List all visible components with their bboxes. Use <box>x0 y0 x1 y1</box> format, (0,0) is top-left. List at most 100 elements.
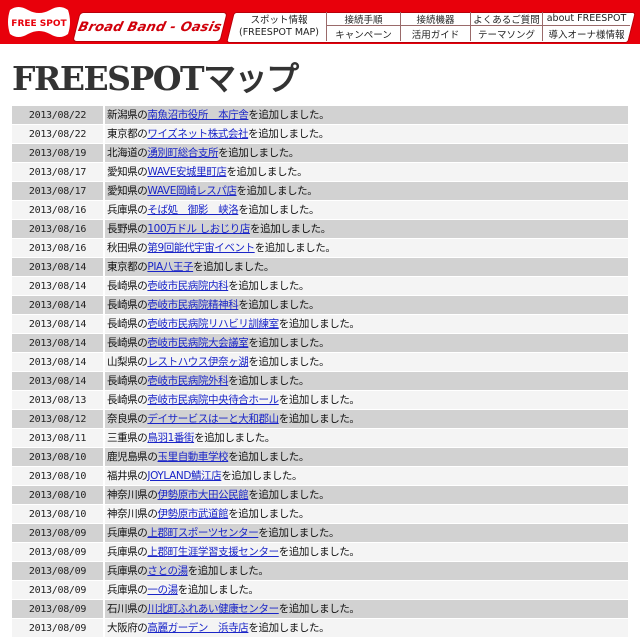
entry-date: 2013/08/10 <box>12 448 103 466</box>
entry-date: 2013/08/22 <box>12 125 103 143</box>
brand-banner[interactable]: Broad Band - Oasis <box>72 12 228 42</box>
list-item: 2013/08/14 山梨県のレストハウス伊奈ヶ湖を追加しました。 <box>12 352 628 371</box>
spot-link[interactable]: 高麗ガーデン 浜寺店 <box>147 622 248 634</box>
entry-suffix: を追加しました。 <box>228 375 310 387</box>
spot-link[interactable]: 湧別町総合支所 <box>147 147 218 159</box>
spot-link[interactable]: 上郡町スポーツセンター <box>147 527 258 539</box>
page-title: FREESPOTマップ <box>12 59 299 98</box>
list-item: 2013/08/09 石川県の川北町ふれあい健康センターを追加しました。 <box>12 599 628 618</box>
entry-suffix: を追加しました。 <box>254 242 336 254</box>
list-item: 2013/08/09 大阪府の高麗ガーデン 浜寺店を追加しました。 <box>12 618 628 637</box>
entry-message: 長崎県の壱岐市民病院内科を追加しました。 <box>105 277 628 295</box>
entry-message: 山梨県のレストハウス伊奈ヶ湖を追加しました。 <box>105 353 628 371</box>
spot-link[interactable]: 玉里自動車学校 <box>158 451 229 463</box>
nav-campaign[interactable]: キャンペーン <box>326 26 400 41</box>
entry-suffix: を追加しました。 <box>278 394 360 406</box>
entry-prefecture: 鹿児島県の <box>107 451 158 463</box>
entry-prefecture: 三重県の <box>107 432 148 444</box>
spot-link[interactable]: 伊勢原市武道館 <box>158 508 229 520</box>
entry-suffix: を追加しました。 <box>238 299 320 311</box>
list-item: 2013/08/22 東京都のワイズネット株式会社を追加しました。 <box>12 124 628 143</box>
spot-link[interactable]: JOYLAND鯖江店 <box>147 470 221 482</box>
spot-link[interactable]: PIA八王子 <box>147 261 193 273</box>
list-item: 2013/08/14 長崎県の壱岐市民病院大会議室を追加しました。 <box>12 333 628 352</box>
spot-link[interactable]: レストハウス伊奈ヶ湖 <box>147 356 248 368</box>
entry-prefecture: 長崎県の <box>107 337 148 349</box>
spot-link[interactable]: 壱岐市民病院内科 <box>147 280 228 292</box>
entry-suffix: を追加しました。 <box>248 128 329 140</box>
entry-suffix: を追加しました。 <box>194 432 275 444</box>
spot-link[interactable]: さとの湯 <box>147 565 188 577</box>
entry-message: 秋田県の第9回能代宇宙イベントを追加しました。 <box>105 239 628 257</box>
nav-faq[interactable]: よくあるご質問 <box>470 12 542 26</box>
entry-suffix: を追加しました。 <box>177 584 259 596</box>
entry-date: 2013/08/09 <box>12 600 103 618</box>
entry-prefecture: 兵庫県の <box>107 565 148 577</box>
entry-prefecture: 長野県の <box>107 223 148 235</box>
entry-prefecture: 兵庫県の <box>107 204 148 216</box>
entry-date: 2013/08/14 <box>12 258 103 276</box>
list-item: 2013/08/17 愛知県のWAVE安城里町店を追加しました。 <box>12 162 628 181</box>
spot-link[interactable]: 壱岐市民病院精神科 <box>147 299 238 311</box>
entry-date: 2013/08/16 <box>12 220 103 238</box>
entry-date: 2013/08/22 <box>12 106 103 124</box>
main-nav: スポット情報 (FREESPOT MAP) 接続手順 接続機器 よくあるご質問 … <box>232 12 630 41</box>
spot-link[interactable]: 伊勢原市大田公民館 <box>158 489 249 501</box>
spot-link[interactable]: 上郡町生涯学習支援センター <box>147 546 279 558</box>
nav-spot-info-label: スポット情報 <box>250 14 308 26</box>
entry-suffix: を追加しました。 <box>187 565 269 577</box>
list-item: 2013/08/11 三重県の鳥羽1番街を追加しました。 <box>12 428 628 447</box>
entry-suffix: を追加しました。 <box>218 147 299 159</box>
list-item: 2013/08/09 兵庫県の上郡町スポーツセンターを追加しました。 <box>12 523 628 542</box>
spot-link[interactable]: デイサービスはーと大和郡山 <box>147 413 279 425</box>
spot-link[interactable]: 壱岐市民病院リハビリ訓練室 <box>147 318 279 330</box>
nav-connection-steps[interactable]: 接続手順 <box>326 12 400 26</box>
spot-link[interactable]: そば処 御影 峡洛 <box>147 204 238 216</box>
nav-owner-info[interactable]: 導入オーナ様情報 <box>542 26 630 41</box>
spot-link[interactable]: 川北町ふれあい健康センター <box>147 603 279 615</box>
entry-message: 新潟県の南魚沼市役所 本庁舎を追加しました。 <box>105 106 628 124</box>
entry-prefecture: 神奈川県の <box>107 508 158 520</box>
entry-prefecture: 山梨県の <box>107 356 148 368</box>
spot-link[interactable]: ワイズネット株式会社 <box>147 128 248 140</box>
entry-message: 東京都のPIA八王子を追加しました。 <box>105 258 628 276</box>
entry-message: 兵庫県の上郡町生涯学習支援センターを追加しました。 <box>105 543 628 561</box>
entry-date: 2013/08/14 <box>12 334 103 352</box>
nav-devices[interactable]: 接続機器 <box>400 12 470 26</box>
entry-prefecture: 福井県の <box>107 470 148 482</box>
entry-suffix: を追加しました。 <box>248 356 330 368</box>
entry-suffix: を追加しました。 <box>248 489 330 501</box>
spot-link[interactable]: 第9回能代宇宙イベント <box>147 242 255 254</box>
brand-text: Broad Band - Oasis <box>76 19 224 35</box>
nav-guide[interactable]: 活用ガイド <box>400 26 470 41</box>
entry-message: 福井県のJOYLAND鯖江店を追加しました。 <box>105 467 628 485</box>
nav-about[interactable]: about FREESPOT <box>542 12 630 26</box>
list-item: 2013/08/10 神奈川県の伊勢原市大田公民館を追加しました。 <box>12 485 628 504</box>
nav-spot-info[interactable]: スポット情報 (FREESPOT MAP) <box>232 12 326 41</box>
freespot-logo[interactable]: FREE SPOT <box>6 4 72 40</box>
spot-link[interactable]: WAVE安城里町店 <box>147 166 226 178</box>
spot-link[interactable]: 鳥羽1番街 <box>147 432 194 444</box>
spot-link[interactable]: 一の湯 <box>147 584 178 596</box>
entry-date: 2013/08/14 <box>12 296 103 314</box>
entry-date: 2013/08/14 <box>12 353 103 371</box>
entry-prefecture: 愛知県の <box>107 166 148 178</box>
spot-link[interactable]: 壱岐市民病院大会議室 <box>147 337 248 349</box>
entry-prefecture: 大阪府の <box>107 622 148 634</box>
svg-text:FREE SPOT: FREE SPOT <box>11 19 67 29</box>
entry-date: 2013/08/09 <box>12 581 103 599</box>
entry-message: 奈良県のデイサービスはーと大和郡山を追加しました。 <box>105 410 628 428</box>
list-item: 2013/08/12 奈良県のデイサービスはーと大和郡山を追加しました。 <box>12 409 628 428</box>
nav-spot-info-sublabel: (FREESPOT MAP) <box>239 26 319 38</box>
spot-link[interactable]: 南魚沼市役所 本庁舎 <box>147 109 248 121</box>
entry-suffix: を追加しました。 <box>250 223 331 235</box>
spot-link[interactable]: 100万ドル しおじり店 <box>147 223 250 235</box>
spot-link[interactable]: WAVE岡崎レスパ店 <box>147 185 237 197</box>
nav-theme-song[interactable]: テーマソング <box>470 26 542 41</box>
entry-date: 2013/08/09 <box>12 543 103 561</box>
entry-prefecture: 秋田県の <box>107 242 148 254</box>
spot-link[interactable]: 壱岐市民病院中央待合ホール <box>147 394 279 406</box>
entry-date: 2013/08/13 <box>12 391 103 409</box>
spot-link[interactable]: 壱岐市民病院外科 <box>147 375 228 387</box>
list-item: 2013/08/14 長崎県の壱岐市民病院精神科を追加しました。 <box>12 295 628 314</box>
